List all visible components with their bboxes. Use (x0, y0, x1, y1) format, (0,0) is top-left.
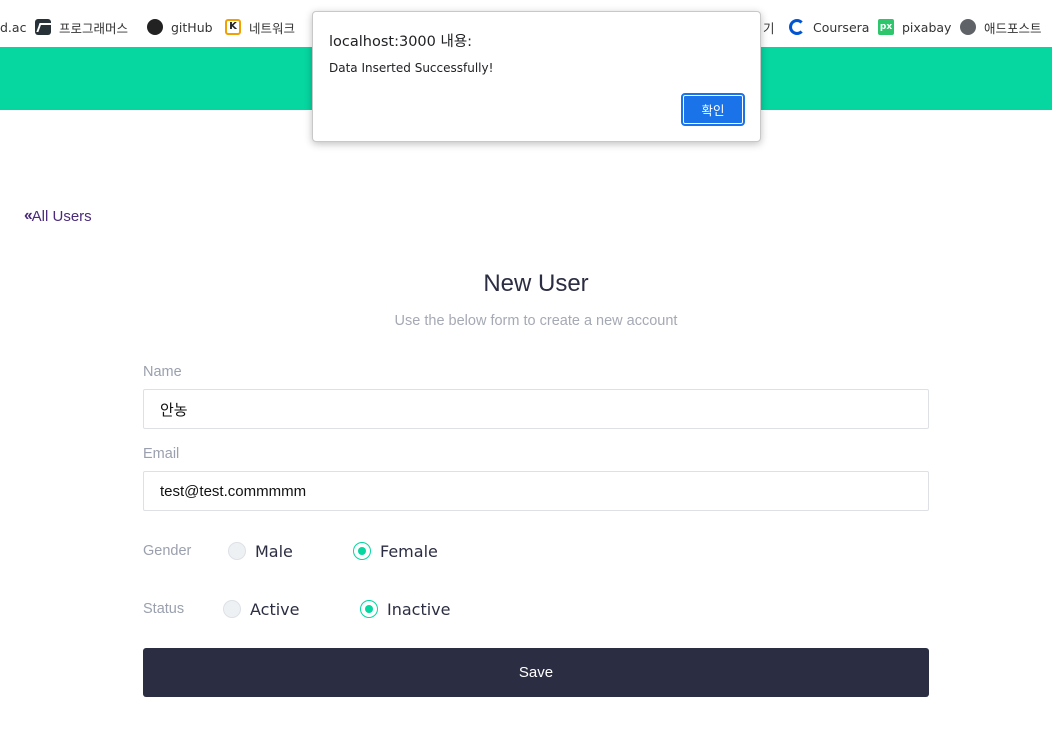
programmers-icon (35, 19, 51, 35)
email-input[interactable] (143, 471, 929, 511)
github-icon (147, 19, 163, 35)
bookmark-pixabay[interactable]: px pixabay (878, 17, 951, 37)
bookmark-adpost[interactable]: 애드포스트 (960, 17, 1042, 37)
bookmark-programmers[interactable]: 프로그래머스 (35, 17, 128, 37)
bookmark-label: 프로그래머스 (59, 20, 129, 36)
bookmark-github[interactable]: gitHub (147, 17, 213, 37)
all-users-label: All Users (31, 207, 92, 225)
page-title: New User (483, 270, 589, 297)
save-button[interactable]: Save (143, 648, 929, 697)
gender-male-radio[interactable] (228, 542, 246, 560)
status-label: Status (143, 601, 185, 617)
all-users-link[interactable]: ‹‹ All Users (24, 207, 92, 225)
bookmark-network[interactable]: K 네트워크 (225, 17, 295, 37)
gender-female-radio[interactable] (353, 542, 371, 560)
bookmark-label: 기 (763, 20, 775, 36)
dialog-ok-button[interactable]: 확인 (681, 93, 745, 126)
coursera-icon (789, 19, 805, 35)
status-inactive-label: Inactive (387, 599, 451, 619)
status-active-radio[interactable] (223, 600, 241, 618)
double-chevron-left-icon: ‹‹ (24, 207, 33, 224)
gender-male-option[interactable]: Male (228, 539, 293, 563)
k-icon: K (225, 19, 241, 35)
dialog-title: localhost:3000 내용: (329, 34, 473, 50)
bookmark-label: Coursera (813, 19, 870, 35)
bookmark-label: pixabay (902, 19, 952, 35)
status-active-label: Active (250, 599, 300, 619)
bookmark-label: 애드포스트 (984, 20, 1042, 36)
status-active-option[interactable]: Active (223, 597, 300, 621)
bookmark-partial[interactable]: 기 (763, 17, 775, 37)
email-label: Email (143, 446, 180, 462)
page-subtitle: Use the below form to create a new accou… (394, 313, 678, 329)
status-group: Status (143, 597, 223, 621)
bookmark-label: gitHub (171, 19, 213, 35)
gender-female-label: Female (380, 541, 438, 561)
globe-icon (960, 19, 976, 35)
bookmark-label: 네트워크 (249, 20, 296, 36)
dialog-message: Data Inserted Successfully! (329, 61, 494, 75)
gender-group: Gender (143, 539, 223, 563)
gender-female-option[interactable]: Female (353, 539, 438, 563)
gender-male-label: Male (255, 541, 293, 561)
pixabay-icon: px (878, 19, 894, 35)
name-label: Name (143, 364, 182, 380)
status-inactive-option[interactable]: Inactive (360, 597, 451, 621)
gender-label: Gender (143, 543, 192, 559)
alert-dialog: localhost:3000 내용: Data Inserted Success… (312, 11, 761, 142)
bookmark-dac[interactable]: d.ac (0, 17, 26, 37)
bookmark-coursera[interactable]: Coursera (789, 17, 869, 37)
name-input[interactable] (143, 389, 929, 429)
status-inactive-radio[interactable] (360, 600, 378, 618)
bookmark-label: d.ac (0, 19, 27, 35)
